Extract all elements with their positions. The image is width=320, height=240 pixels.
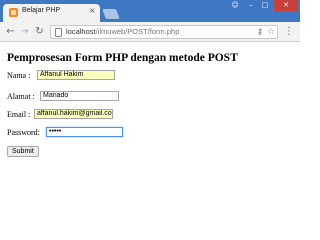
page-heading: Pemprosesan Form PHP dengan metode POST [7, 52, 238, 64]
menu-icon[interactable]: ⋮ [284, 26, 294, 38]
submit-button[interactable]: Submit [7, 146, 39, 157]
url-text[interactable]: localhost/ilmuweb/POST/form.php [66, 27, 179, 36]
key-icon[interactable]: ⚷ [257, 26, 263, 38]
close-tab-icon[interactable]: × [89, 6, 96, 16]
password-input[interactable]: ••••• [46, 127, 123, 137]
url-host: localhost [66, 27, 96, 36]
browser-tab[interactable]: Belajar PHP × [3, 4, 100, 22]
user-profile-icon[interactable]: ☺ [228, 0, 242, 11]
email-label: Email : [7, 110, 31, 119]
favicon-icon [9, 8, 18, 17]
nama-input[interactable]: Affanul Hakim [37, 70, 115, 80]
page-content: Pemprosesan Form PHP dengan metode POST … [0, 43, 300, 212]
reload-icon[interactable]: ↻ [33, 25, 46, 38]
page-icon [55, 28, 62, 37]
alamat-label: Alamat : [7, 92, 35, 101]
new-tab-button[interactable] [102, 9, 120, 19]
back-arrow-icon[interactable]: ← [4, 25, 17, 38]
alamat-input[interactable]: Manado [40, 91, 119, 101]
minimize-button[interactable]: – [244, 0, 258, 11]
email-input[interactable]: affanul.hakim@gmail.com [34, 109, 113, 119]
nama-label: Nama : [7, 71, 31, 80]
forward-arrow-icon[interactable]: → [18, 25, 31, 38]
password-label: Password: [7, 128, 40, 137]
close-window-button[interactable]: ✕ [274, 0, 298, 11]
url-path: /ilmuweb/POST/form.php [95, 27, 180, 36]
address-bar[interactable]: localhost/ilmuweb/POST/form.php ⚷ ☆ [50, 25, 278, 39]
browser-toolbar: ← → ↻ localhost/ilmuweb/POST/form.php ⚷ … [0, 22, 300, 42]
star-icon[interactable]: ☆ [267, 26, 275, 38]
tab-title: Belajar PHP [22, 7, 61, 14]
browser-titlebar: Belajar PHP × ☺ – □ ✕ [0, 0, 300, 22]
maximize-button[interactable]: □ [258, 0, 272, 11]
